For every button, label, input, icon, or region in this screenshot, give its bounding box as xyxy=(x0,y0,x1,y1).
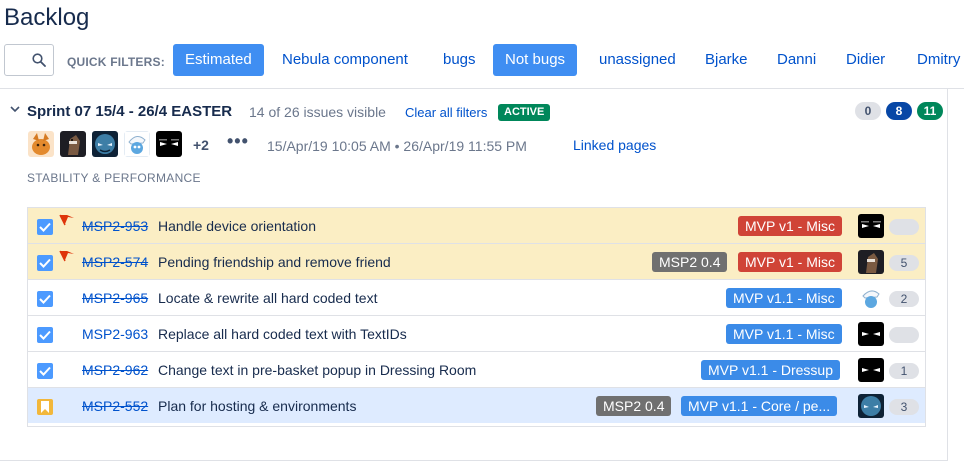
issue-key[interactable]: MSP2-552 xyxy=(82,398,148,414)
sprint-name: Sprint 07 15/4 - 26/4 EASTER xyxy=(27,103,233,120)
estimate-badge xyxy=(889,219,919,235)
bottom-divider xyxy=(0,460,948,461)
visible-issue-count: 14 of 26 issues visible xyxy=(249,104,386,120)
avatar-horse[interactable] xyxy=(858,250,884,274)
estimate-badge: 3 xyxy=(889,399,919,415)
status-count-done: 11 xyxy=(917,102,943,120)
quick-filter-not-bugs[interactable]: Not bugs xyxy=(493,44,578,76)
checkbox-icon xyxy=(37,291,53,307)
chevron-down-icon[interactable] xyxy=(9,103,21,115)
issue-key[interactable]: MSP2-574 xyxy=(82,254,148,270)
avatar-horse[interactable] xyxy=(60,131,86,157)
story-icon xyxy=(37,399,53,415)
checkbox-icon xyxy=(37,327,53,343)
avatar-smurf[interactable] xyxy=(858,286,884,310)
avatar-blue-creature[interactable] xyxy=(92,131,118,157)
issue-row[interactable]: MSP2-953 Handle device orientation MVP v… xyxy=(28,207,925,243)
status-count-in-progress: 8 xyxy=(886,102,912,120)
avatar-dark-eyes[interactable] xyxy=(858,214,884,238)
issue-row[interactable]: MSP2-574 Pending friendship and remove f… xyxy=(28,243,925,279)
issue-row[interactable]: MSP2-965 Locate & rewrite all hard coded… xyxy=(28,279,925,315)
issue-summary: Plan for hosting & environments xyxy=(158,398,357,414)
quick-filter-unassigned[interactable]: unassigned xyxy=(587,44,688,76)
issue-summary: Locate & rewrite all hard coded text xyxy=(158,290,378,306)
issue-row[interactable]: MSP2-552 Plan for hosting & environments… xyxy=(28,387,925,423)
quick-filter-danni[interactable]: Danni xyxy=(765,44,828,76)
quick-filter-estimated[interactable]: Estimated xyxy=(173,44,264,76)
issue-key[interactable]: MSP2-962 xyxy=(82,362,148,378)
flag-icon xyxy=(59,214,74,226)
clear-filters-link[interactable]: Clear all filters xyxy=(405,105,487,120)
issue-key[interactable]: MSP2-965 xyxy=(82,290,148,306)
epic-label: MVP v1.1 - Misc xyxy=(726,324,842,344)
estimate-badge xyxy=(889,327,919,343)
sprint-goal: STABILITY & PERFORMANCE xyxy=(27,171,201,185)
search-icon xyxy=(32,53,46,67)
checkbox-icon xyxy=(37,219,53,235)
issue-key[interactable]: MSP2-953 xyxy=(82,218,148,234)
sprint-dates: 15/Apr/19 10:05 AM • 26/Apr/19 11:55 PM xyxy=(267,138,527,154)
epic-label: MVP v1 - Misc xyxy=(738,252,842,272)
issue-summary: Handle device orientation xyxy=(158,218,316,234)
status-count-todo: 0 xyxy=(855,102,881,120)
epic-label: MVP v1.1 - Core / pe... xyxy=(681,396,838,416)
issue-key[interactable]: MSP2-963 xyxy=(82,326,148,342)
estimate-badge: 5 xyxy=(889,255,919,271)
issue-row[interactable]: MSP2-963 Replace all hard coded text wit… xyxy=(28,315,925,351)
checkbox-icon xyxy=(37,255,53,271)
avatar-blue-creature[interactable] xyxy=(858,394,884,418)
avatar-dark-eyes[interactable] xyxy=(156,131,182,157)
issue-row[interactable]: MSP2-962 Change text in pre-basket popup… xyxy=(28,351,925,387)
avatar-orange-cat[interactable] xyxy=(28,131,54,157)
issue-summary: Pending friendship and remove friend xyxy=(158,254,391,270)
linked-pages-link[interactable]: Linked pages xyxy=(573,137,656,153)
epic-label: MVP v1.1 - Dressup xyxy=(701,360,841,380)
estimate-badge: 1 xyxy=(889,363,919,379)
more-actions-icon[interactable]: ••• xyxy=(227,131,249,152)
flag-icon xyxy=(59,250,74,262)
epic-label: MVP v1 - Misc xyxy=(738,216,842,236)
fix-version-label: MSP2 0.4 xyxy=(596,396,672,416)
avatar-dark-eyes[interactable] xyxy=(858,322,884,346)
issue-summary: Replace all hard coded text with TextIDs xyxy=(158,326,407,342)
quick-filters-label: QUICK FILTERS: xyxy=(67,55,165,69)
quick-filter-didier[interactable]: Didier xyxy=(834,44,897,76)
avatar-dark-eyes[interactable] xyxy=(858,358,884,382)
quick-filter-bjarke[interactable]: Bjarke xyxy=(693,44,760,76)
epic-label: MVP v1.1 - Misc xyxy=(726,288,842,308)
quick-filter-nebula-component[interactable]: Nebula component xyxy=(270,44,420,76)
fix-version-label: MSP2 0.4 xyxy=(652,252,728,272)
scroll-edge xyxy=(947,89,948,461)
avatar-smurf[interactable] xyxy=(124,131,150,157)
search-input[interactable] xyxy=(4,44,54,76)
quick-filter-dmitry[interactable]: Dmitry xyxy=(905,44,964,76)
issue-list: MSP2-953 Handle device orientation MVP v… xyxy=(27,207,926,427)
quick-filter-bugs[interactable]: bugs xyxy=(431,44,488,76)
page-title: Backlog xyxy=(4,4,90,31)
checkbox-icon xyxy=(37,363,53,379)
more-assignees-count[interactable]: +2 xyxy=(193,137,209,153)
issue-summary: Change text in pre-basket popup in Dress… xyxy=(158,362,477,378)
estimate-badge: 2 xyxy=(889,291,919,307)
header-divider xyxy=(0,88,964,89)
sprint-state-badge: ACTIVE xyxy=(498,104,551,121)
